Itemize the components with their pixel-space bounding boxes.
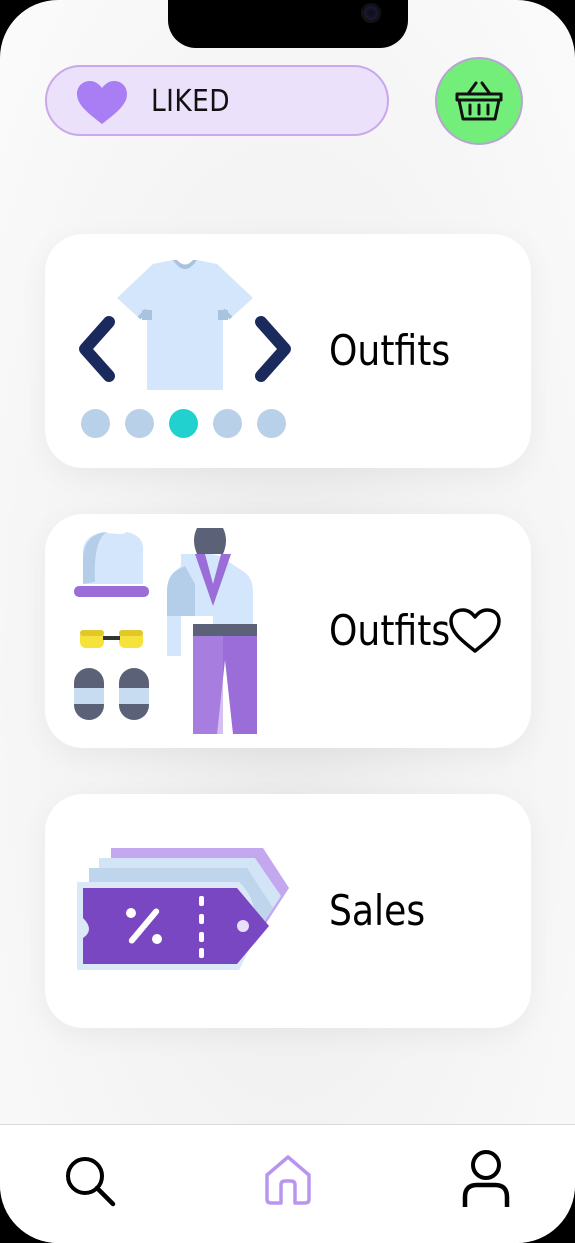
basket-icon — [455, 81, 503, 121]
carousel-dot[interactable] — [81, 409, 110, 438]
sale-tags-icon — [77, 848, 289, 970]
liked-outfits-card[interactable]: Outfits — [45, 514, 531, 748]
carousel-next-button[interactable] — [253, 314, 295, 389]
sunglasses-icon — [80, 630, 143, 648]
outfits-card[interactable]: Outfits — [45, 234, 531, 468]
carousel-prev-button[interactable] — [75, 314, 117, 389]
carousel-dot[interactable] — [125, 409, 154, 438]
home-icon — [265, 1155, 311, 1205]
chevron-right-icon — [255, 316, 291, 382]
nav-profile-button[interactable] — [456, 1147, 516, 1211]
liked-outfits-label: Outfits — [329, 606, 451, 655]
profile-icon — [462, 1150, 510, 1207]
liked-button[interactable]: LIKED — [45, 65, 389, 136]
heart-outline-icon — [449, 608, 501, 653]
front-camera — [361, 3, 381, 23]
sales-card[interactable]: Sales — [45, 794, 531, 1028]
shoes-icon — [74, 668, 149, 720]
sales-label: Sales — [329, 886, 426, 935]
hat-icon — [74, 532, 149, 597]
chevron-left-icon — [79, 316, 115, 382]
notch — [168, 0, 408, 48]
tshirt-icon — [117, 260, 253, 390]
bottom-navigation — [0, 1124, 575, 1243]
basket-button[interactable] — [435, 57, 523, 145]
carousel-dots — [81, 409, 286, 438]
outfits-label: Outfits — [329, 326, 451, 375]
search-icon — [66, 1157, 116, 1207]
phone-screen: LIKED Outfits Outfits Sales — [0, 0, 575, 1243]
liked-label: LIKED — [151, 84, 231, 119]
heart-icon — [77, 81, 127, 124]
carousel-dot[interactable] — [257, 409, 286, 438]
carousel-dot-active[interactable] — [169, 409, 198, 438]
nav-home-button[interactable] — [258, 1149, 318, 1209]
nav-search-button[interactable] — [60, 1151, 120, 1211]
outfit-illustration — [74, 528, 257, 734]
carousel-dot[interactable] — [213, 409, 242, 438]
pants-icon — [193, 624, 257, 734]
